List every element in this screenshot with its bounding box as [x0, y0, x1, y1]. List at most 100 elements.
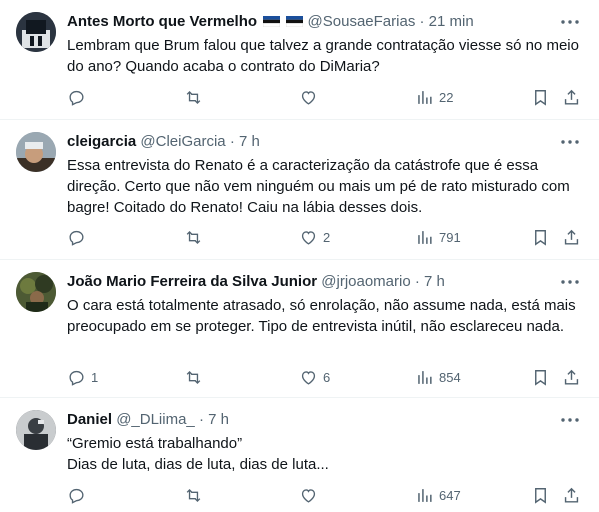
separator: · — [419, 13, 425, 30]
retweet-icon — [186, 370, 201, 384]
tweet[interactable]: João Mario Ferreira da Silva Junior @jrj… — [0, 260, 599, 398]
avatar[interactable] — [16, 12, 56, 52]
tweet-header: João Mario Ferreira da Silva Junior @jrj… — [67, 272, 549, 292]
views-icon — [418, 488, 432, 502]
more-icon[interactable] — [559, 410, 581, 430]
bookmark-button[interactable] — [531, 483, 550, 507]
more-icon[interactable] — [559, 12, 581, 32]
avatar[interactable] — [16, 272, 56, 312]
reply-button[interactable] — [67, 225, 91, 249]
tweet-feed: Antes Morto que Vermelho @SousaeFarias ·… — [0, 0, 599, 512]
heart-icon — [301, 90, 316, 105]
retweet-button[interactable] — [184, 225, 208, 249]
flag-icon — [262, 13, 281, 28]
retweet-button[interactable] — [184, 483, 208, 507]
bookmark-icon — [535, 369, 546, 386]
timestamp[interactable]: 21 min — [429, 13, 474, 30]
share-button[interactable] — [562, 365, 581, 389]
bookmark-icon — [535, 229, 546, 246]
reply-icon — [69, 488, 84, 504]
tweet-header: cleigarcia @CleiGarcia · 7 h — [67, 132, 549, 152]
retweet-icon — [186, 488, 201, 502]
retweet-icon — [186, 230, 201, 244]
reply-button[interactable] — [67, 85, 91, 109]
tweet-text-line: Lembram que Brum falou que talvez a gran… — [67, 37, 579, 75]
timestamp[interactable]: 7 h — [208, 411, 229, 428]
author-handle[interactable]: @SousaeFarias — [308, 13, 416, 30]
views-button[interactable]: 791 — [415, 225, 461, 249]
more-icon[interactable] — [559, 132, 581, 152]
like-count: 2 — [323, 229, 331, 245]
like-button[interactable]: 6 — [299, 365, 330, 389]
author-name[interactable]: João Mario Ferreira da Silva Junior — [67, 273, 317, 290]
share-button[interactable] — [562, 85, 581, 109]
heart-icon — [301, 488, 316, 503]
author-handle[interactable]: @jrjoaomario — [321, 273, 410, 290]
heart-icon — [301, 230, 316, 245]
share-icon — [564, 487, 579, 503]
avatar-image — [16, 410, 56, 450]
retweet-button[interactable] — [184, 85, 208, 109]
views-button[interactable]: 22 — [415, 85, 453, 109]
author-handle[interactable]: @CleiGarcia — [140, 133, 225, 150]
tweet-text: Lembram que Brum falou que talvez a gran… — [67, 35, 579, 77]
reply-icon — [69, 230, 84, 246]
views-button[interactable]: 647 — [415, 483, 461, 507]
author-name[interactable]: Daniel — [67, 411, 112, 428]
author-name[interactable]: Antes Morto que Vermelho — [67, 13, 257, 30]
tweet-text-line: O cara está totalmente atrasado, só enro… — [67, 297, 576, 335]
separator: · — [198, 411, 204, 428]
reply-button[interactable] — [67, 483, 91, 507]
views-icon — [418, 90, 432, 104]
tweet-text-line: Dias de luta, dias de luta, dias de luta… — [67, 456, 329, 473]
author-name[interactable]: cleigarcia — [67, 133, 136, 150]
bookmark-icon — [535, 487, 546, 504]
share-icon — [564, 89, 579, 105]
retweet-icon — [186, 90, 201, 104]
avatar-image — [16, 272, 56, 312]
views-count: 647 — [439, 487, 461, 503]
separator: · — [229, 133, 235, 150]
tweet-header: Daniel @_DLiima_ · 7 h — [67, 410, 549, 430]
bookmark-button[interactable] — [531, 365, 550, 389]
like-button[interactable] — [299, 85, 323, 109]
tweet-text: Essa entrevista do Renato é a caracteriz… — [67, 155, 579, 218]
views-count: 22 — [439, 89, 454, 105]
avatar-image — [16, 12, 56, 52]
separator: · — [414, 273, 420, 290]
share-button[interactable] — [562, 225, 581, 249]
like-button[interactable]: 2 — [299, 225, 330, 249]
share-button[interactable] — [562, 483, 581, 507]
retweet-button[interactable] — [184, 365, 208, 389]
reply-count: 1 — [91, 369, 99, 385]
more-icon[interactable] — [559, 272, 581, 292]
reply-icon — [69, 370, 84, 386]
tweet-text-line: “Gremio está trabalhando” — [67, 435, 243, 452]
tweet[interactable]: Daniel @_DLiima_ · 7 h “Gremio está trab… — [0, 398, 599, 512]
tweet[interactable]: cleigarcia @CleiGarcia · 7 h Essa entrev… — [0, 120, 599, 260]
tweet-text: “Gremio está trabalhando” Dias de luta, … — [67, 433, 579, 475]
views-button[interactable]: 854 — [415, 365, 461, 389]
tweet-actions: 1 6 854 — [0, 365, 599, 389]
tweet-header: Antes Morto que Vermelho @SousaeFarias ·… — [67, 12, 549, 32]
timestamp[interactable]: 7 h — [239, 133, 260, 150]
avatar[interactable] — [16, 410, 56, 450]
avatar[interactable] — [16, 132, 56, 172]
reply-button[interactable]: 1 — [67, 365, 98, 389]
tweet[interactable]: Antes Morto que Vermelho @SousaeFarias ·… — [0, 0, 599, 120]
flag-icon — [286, 13, 304, 28]
views-icon — [418, 370, 432, 384]
views-icon — [418, 230, 432, 244]
share-icon — [564, 229, 579, 245]
share-icon — [564, 369, 579, 385]
tweet-actions: 2 791 — [0, 225, 599, 249]
tweet-text-line: Essa entrevista do Renato é a caracteriz… — [67, 157, 570, 216]
like-button[interactable] — [299, 483, 323, 507]
bookmark-button[interactable] — [531, 225, 550, 249]
bookmark-button[interactable] — [531, 85, 550, 109]
timestamp[interactable]: 7 h — [424, 273, 445, 290]
tweet-text: O cara está totalmente atrasado, só enro… — [67, 295, 579, 337]
author-handle[interactable]: @_DLiima_ — [116, 411, 195, 428]
tweet-actions: 647 — [0, 483, 599, 507]
bookmark-icon — [535, 89, 546, 106]
